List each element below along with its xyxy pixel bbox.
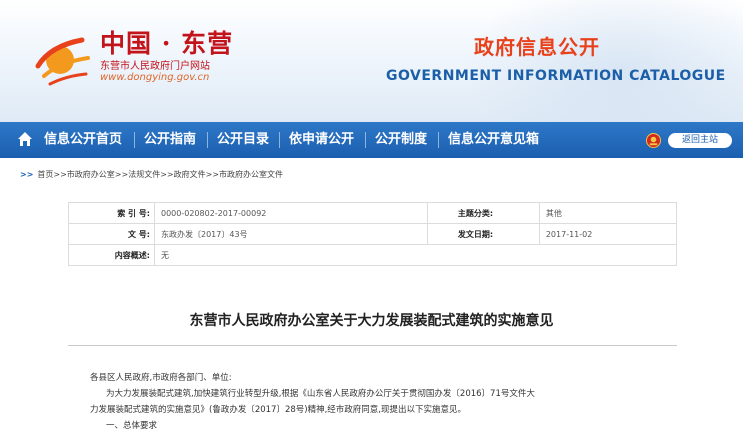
document-number-value: 东政办发〔2017〕43号 xyxy=(154,223,428,245)
dongying-logo-icon[interactable] xyxy=(30,26,94,90)
nav-divider xyxy=(438,132,439,148)
paragraph-line: 力发展装配式建筑的实施意见》(鲁政办发〔2017〕28号)精神,经市政府同意,现… xyxy=(90,405,466,415)
nav-divider xyxy=(207,132,208,148)
document-body: 各县区人民政府,市政府各部门、单位: 为大力发展装配式建筑,加快建筑行业转型升级… xyxy=(90,370,690,434)
paragraph-line: 为大力发展装配式建筑,加快建筑行业转型升级,根据《山东省人民政府办公厅关于贯彻国… xyxy=(106,389,535,399)
issue-date-value: 2017-11-02 xyxy=(538,223,678,245)
return-main-site-button[interactable]: 返回主站 xyxy=(668,133,732,148)
document-title: 东营市人民政府办公室关于大力发展装配式建筑的实施意见 xyxy=(189,313,554,329)
document-number-label: 文 号: xyxy=(68,223,155,245)
subject-category-label: 主题分类: xyxy=(426,202,540,224)
nav-divider xyxy=(365,132,366,148)
salutation: 各县区人民政府,市政府各部门、单位: xyxy=(90,373,232,383)
nav-divider xyxy=(134,132,135,148)
summary-value: 无 xyxy=(154,244,677,266)
logo-url: www.dongying.gov.cn xyxy=(100,72,210,83)
logo-subtitle: 东营市人民政府门户网站 xyxy=(100,61,210,72)
nav-item-rules[interactable]: 公开制度 xyxy=(375,122,427,158)
banner-title-cn: 政府信息公开 xyxy=(474,35,600,59)
site-header: 中国 · 东营 东营市人民政府门户网站 www.dongying.gov.cn … xyxy=(0,0,743,122)
nav-item-catalogue[interactable]: 公开目录 xyxy=(217,122,269,158)
breadcrumb[interactable]: >> 首页>>市政府办公室>>法规文件>>政府文件>>市政府办公室文件 xyxy=(20,169,283,180)
logo-title[interactable]: 中国 · 东营 xyxy=(100,24,233,60)
nav-divider xyxy=(279,132,280,148)
document-metadata-table: 索 引 号: 0000-020802-2017-00092 主题分类: 其他 文… xyxy=(68,202,678,266)
issue-date-label: 发文日期: xyxy=(426,223,540,245)
index-number-label: 索 引 号: xyxy=(68,202,155,224)
nav-item-feedback[interactable]: 信息公开意见箱 xyxy=(448,122,539,158)
index-number-value: 0000-020802-2017-00092 xyxy=(154,202,428,224)
nav-item-home[interactable]: 信息公开首页 xyxy=(44,122,122,158)
home-icon[interactable] xyxy=(17,131,33,147)
banner-title-en: GOVERNMENT INFORMATION CATALOGUE xyxy=(386,68,726,84)
summary-label: 内容概述: xyxy=(68,244,155,266)
main-nav: 信息公开首页 公开指南 公开目录 依申请公开 公开制度 信息公开意见箱 返回主站 xyxy=(0,122,743,158)
nav-item-application[interactable]: 依申请公开 xyxy=(289,122,354,158)
nav-item-guide[interactable]: 公开指南 xyxy=(144,122,196,158)
title-divider xyxy=(68,345,677,346)
national-emblem-icon xyxy=(646,133,661,148)
section-heading: 一、总体要求 xyxy=(106,421,158,431)
breadcrumb-arrow-icon: >> xyxy=(20,170,34,179)
subject-category-value: 其他 xyxy=(538,202,678,224)
breadcrumb-path[interactable]: 首页>>市政府办公室>>法规文件>>政府文件>>市政府办公室文件 xyxy=(37,170,283,179)
header-watermark xyxy=(463,0,743,122)
